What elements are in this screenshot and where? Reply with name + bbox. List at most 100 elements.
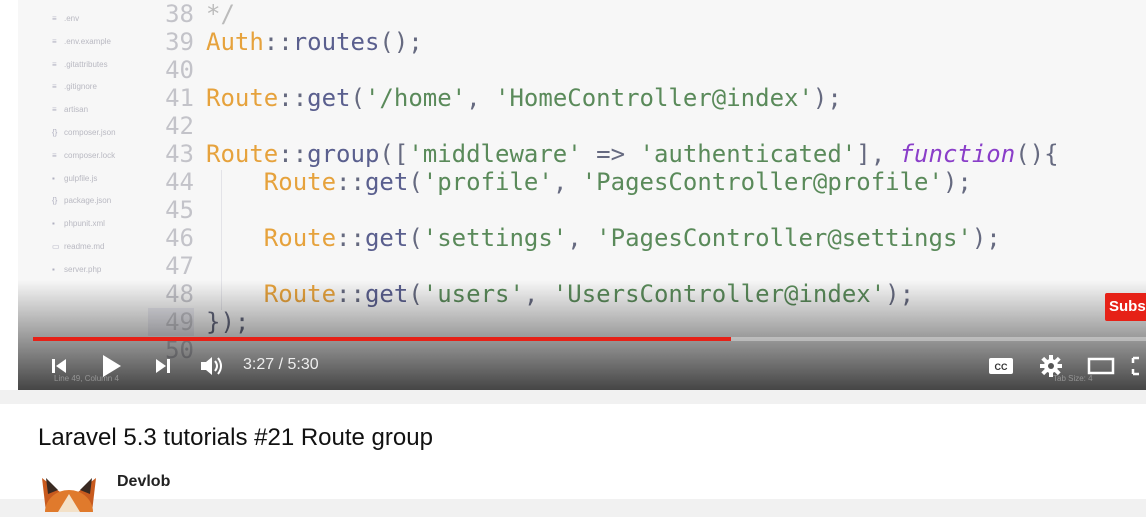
code-token: ], <box>856 140 900 168</box>
file-name: composer.json <box>64 128 116 137</box>
code-token: 'PagesController@profile' <box>581 168 943 196</box>
line-number: 46 <box>165 224 194 252</box>
code-token: Route <box>263 224 337 252</box>
line-number: 42 <box>165 112 194 140</box>
code-line: 42 <box>148 112 206 140</box>
next-button[interactable] <box>148 344 178 388</box>
code-token: get <box>364 168 409 196</box>
video-info: Laravel 5.3 tutorials #21 Route group De… <box>0 404 1146 517</box>
code-token: , <box>567 224 597 252</box>
code-line: 47 <box>148 252 206 280</box>
file-tree-item[interactable]: ▪ phpunit.xml <box>52 219 105 228</box>
volume-icon <box>201 357 222 375</box>
file-name: server.php <box>64 264 102 274</box>
code-token: ); <box>971 224 1001 252</box>
gear-icon <box>1040 355 1062 377</box>
channel-avatar[interactable] <box>38 472 100 517</box>
line-number: 43 <box>165 140 194 168</box>
file-name: .env <box>64 14 80 23</box>
line-number: 47 <box>165 252 194 280</box>
php-icon: ▪ <box>52 264 55 274</box>
code-token: ( <box>408 168 423 196</box>
code-line: 41 Route::get('/home', 'HomeController@in… <box>148 84 842 112</box>
file-tree-item[interactable]: ▭ readme.md <box>52 242 104 251</box>
svg-text:CC: CC <box>995 362 1008 372</box>
code-line: 40 <box>148 56 206 84</box>
code-token: 'middleware' <box>408 140 582 168</box>
progress-bar[interactable] <box>33 337 1146 341</box>
previous-button[interactable] <box>44 344 74 388</box>
file-name: .env.example <box>64 36 111 46</box>
code-token: get <box>307 84 351 112</box>
progress-bar-played <box>33 337 731 341</box>
file-icon: ≡ <box>52 150 57 160</box>
code-line: 44 Route::get('profile', 'PagesControlle… <box>148 168 972 196</box>
file-tree-item[interactable]: {} package.json <box>52 196 111 205</box>
code-token: ( <box>350 84 365 112</box>
file-tree-item[interactable]: ≡ .gitattributes <box>52 60 108 69</box>
code-token: 'PagesController@settings' <box>596 224 972 252</box>
settings-button[interactable] <box>1035 344 1067 388</box>
code-token: routes <box>292 28 380 56</box>
code-line: 39 Auth::routes(); <box>148 28 423 56</box>
file-name: .gitattributes <box>64 59 108 69</box>
code-token: :: <box>336 224 365 252</box>
code-token: :: <box>278 84 308 112</box>
video-player[interactable]: ≡ .env ≡ .env.example ≡ .gitattributes ≡ .gitig… <box>18 0 1146 390</box>
code-token: 'settings' <box>422 224 568 252</box>
file-name: readme.md <box>64 242 105 251</box>
file-icon: ≡ <box>52 82 57 92</box>
line-number: 39 <box>165 28 194 56</box>
code-token: Route <box>263 168 337 196</box>
code-token: '/home' <box>364 84 467 112</box>
mute-button[interactable] <box>195 344 229 388</box>
fullscreen-button[interactable] <box>1131 344 1146 388</box>
code-line: 45 <box>148 196 206 224</box>
file-tree-item[interactable]: {} composer.json <box>52 128 116 137</box>
fox-logo-icon <box>42 478 96 517</box>
code-token: Route <box>206 140 279 168</box>
closed-captions-icon: CC <box>989 358 1013 374</box>
file-icon: ≡ <box>52 105 57 115</box>
line-number: 45 <box>165 196 194 224</box>
file-tree-item[interactable]: ≡ .env.example <box>52 37 111 46</box>
channel-name[interactable]: Devlob <box>117 473 170 491</box>
code-token: 'authenticated' <box>639 140 857 168</box>
file-tree-item[interactable]: ≡ composer.lock <box>52 151 115 160</box>
xml-icon: ▪ <box>52 219 55 229</box>
markdown-icon: ▭ <box>52 242 60 251</box>
file-tree-item[interactable]: ▪ server.php <box>52 265 101 274</box>
captions-button[interactable]: CC <box>985 344 1017 388</box>
file-tree-item[interactable]: ≡ .env <box>52 14 79 23</box>
code-line: 38 */ <box>148 0 235 28</box>
code-token: (){ <box>1015 140 1059 168</box>
line-number: 40 <box>165 56 194 84</box>
code-token: ( <box>408 224 423 252</box>
file-name: .gitignore <box>64 82 97 92</box>
video-title: Laravel 5.3 tutorials #21 Route group <box>38 424 433 451</box>
code-token: => <box>581 140 640 168</box>
code-line: 46 Route::get('settings', 'PagesControll… <box>148 224 1001 252</box>
file-name: phpunit.xml <box>64 219 105 229</box>
subscribe-watermark-button[interactable]: Subsc <box>1105 293 1146 321</box>
code-token: ); <box>942 168 972 196</box>
code-line: 43 Route::group(['middleware' => 'authent… <box>148 140 1059 168</box>
theater-mode-button[interactable] <box>1084 344 1118 388</box>
file-tree-item[interactable]: ≡ artisan <box>52 105 88 114</box>
file-icon: ≡ <box>52 59 57 69</box>
code-token: 'HomeController@index' <box>495 84 813 112</box>
page-gutter <box>0 0 18 390</box>
file-tree-item[interactable]: ▪ gulpfile.js <box>52 174 97 183</box>
play-button[interactable] <box>94 344 128 388</box>
code-token: function <box>899 140 1016 168</box>
file-name: composer.lock <box>64 150 116 160</box>
line-number: 38 <box>165 0 194 28</box>
time-display: 3:27 / 5:30 <box>243 356 319 373</box>
line-number: 41 <box>165 84 194 112</box>
line-number: 44 <box>165 168 194 196</box>
file-tree-item[interactable]: ≡ .gitignore <box>52 82 97 91</box>
code-token: */ <box>206 0 235 28</box>
json-icon: {} <box>52 128 58 137</box>
file-name: package.json <box>64 196 112 206</box>
